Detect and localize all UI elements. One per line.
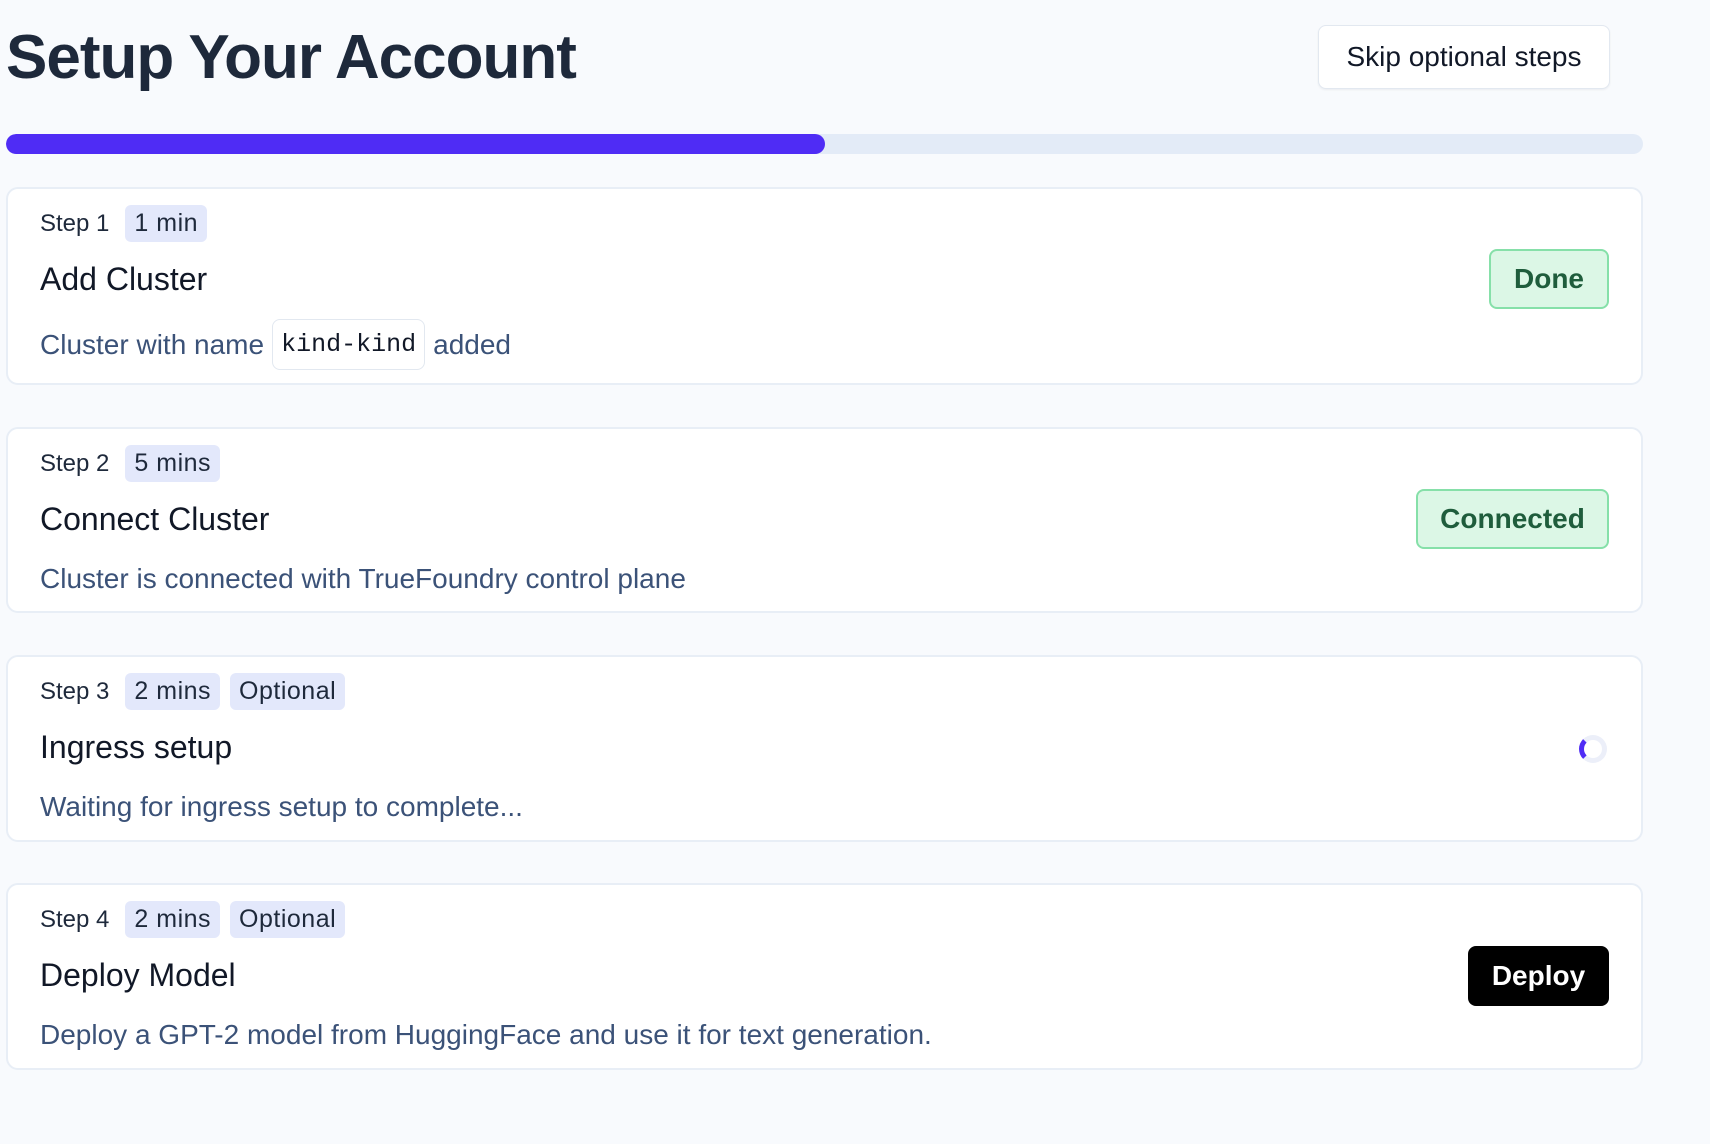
step-meta: Step 3 2 mins Optional	[40, 673, 346, 710]
step-meta: Step 4 2 mins Optional	[40, 901, 346, 938]
step-title: Ingress setup	[40, 729, 233, 765]
loading-spinner-icon	[1579, 735, 1607, 763]
description-suffix: added	[433, 328, 511, 360]
deploy-button[interactable]: Deploy	[1468, 946, 1609, 1006]
step-number: Step 3	[40, 677, 110, 705]
step-number: Step 2	[40, 449, 110, 477]
step-title: Deploy Model	[40, 957, 236, 993]
step-card-add-cluster: Step 1 1 min Add Cluster Cluster with na…	[6, 187, 1643, 385]
step-description: Cluster is connected with TrueFoundry co…	[40, 563, 686, 594]
duration-badge: 2 mins	[125, 673, 221, 710]
step-meta: Step 1 1 min	[40, 205, 208, 242]
optional-badge: Optional	[230, 901, 346, 938]
step-description: Cluster with name kind-kind added	[40, 319, 511, 370]
step-description: Deploy a GPT-2 model from HuggingFace an…	[40, 1019, 932, 1050]
description-prefix: Cluster with name	[40, 328, 265, 360]
progress-bar-fill	[6, 134, 825, 154]
step-title: Connect Cluster	[40, 501, 270, 537]
step-number: Step 1	[40, 209, 110, 237]
step-card-deploy-model: Step 4 2 mins Optional Deploy Model Depl…	[6, 883, 1643, 1070]
page-title: Setup Your Account	[6, 23, 577, 92]
progress-bar	[6, 134, 1643, 154]
skip-optional-steps-button[interactable]: Skip optional steps	[1318, 25, 1610, 89]
step-number: Step 4	[40, 905, 110, 933]
duration-badge: 2 mins	[125, 901, 221, 938]
duration-badge: 5 mins	[125, 445, 221, 482]
connected-status-badge: Connected	[1416, 489, 1609, 549]
step-meta: Step 2 5 mins	[40, 445, 221, 482]
duration-badge: 1 min	[125, 205, 208, 242]
optional-badge: Optional	[230, 673, 346, 710]
cluster-name-code: kind-kind	[272, 319, 426, 370]
step-description: Waiting for ingress setup to complete...	[40, 791, 523, 822]
step-card-ingress-setup: Step 3 2 mins Optional Ingress setup Wai…	[6, 655, 1643, 842]
step-card-connect-cluster: Step 2 5 mins Connect Cluster Cluster is…	[6, 427, 1643, 613]
done-status-badge: Done	[1489, 249, 1609, 309]
step-title: Add Cluster	[40, 261, 208, 297]
